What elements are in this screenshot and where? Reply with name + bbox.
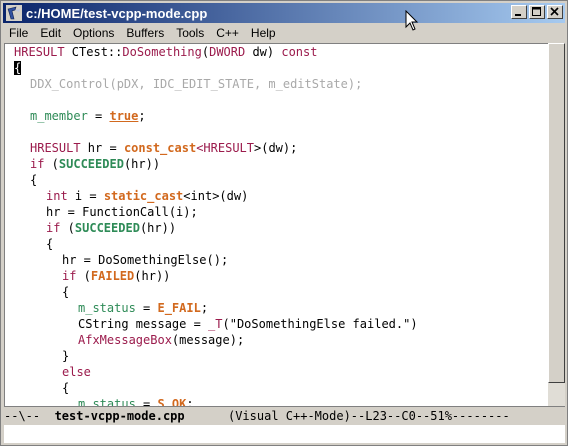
code-token: DWORD xyxy=(209,45,246,59)
close-button[interactable] xyxy=(547,5,563,19)
code-token: hr = xyxy=(80,141,124,155)
code-token: (hr)) xyxy=(139,221,177,235)
code-token: = xyxy=(135,301,158,315)
code-token: { xyxy=(62,285,70,299)
code-token: i = xyxy=(67,189,104,203)
code-token: CTest:: xyxy=(64,45,123,59)
text-cursor: { xyxy=(14,61,22,75)
code-line: { xyxy=(62,380,69,396)
code-token: FAILED xyxy=(90,269,135,283)
code-token: DDX_Control(pDX, IDC_EDIT_STATE, m_editS… xyxy=(30,77,363,91)
code-line: if (SUCCEEDED(hr)) xyxy=(46,220,176,236)
code-line: { xyxy=(62,284,69,300)
code-token: ; xyxy=(200,301,209,315)
code-token: { xyxy=(46,237,54,251)
code-token: hr = DoSomethingElse(); xyxy=(62,253,229,267)
mode-line-prefix: --\-- xyxy=(4,409,55,423)
code-token: (hr)) xyxy=(123,157,161,171)
menu-file[interactable]: File xyxy=(3,26,34,40)
mode-line-status: (Visual C++-Mode)--L23--C0--51%-------- xyxy=(184,409,510,423)
code-token: HRESULT xyxy=(30,141,81,155)
maximize-button[interactable] xyxy=(529,5,545,19)
code-token: ; xyxy=(138,109,146,123)
menu-cpp[interactable]: C++ xyxy=(210,26,245,40)
menu-help[interactable]: Help xyxy=(245,26,282,40)
code-token: (hr)) xyxy=(134,269,171,283)
code-line: HRESULT hr = const_cast<HRESULT>(dw); xyxy=(30,140,297,156)
code-token: dw) xyxy=(245,45,282,59)
code-line: m_status = E_FAIL; xyxy=(78,300,208,316)
code-editor[interactable]: HRESULT CTest::DoSomething(DWORD dw) con… xyxy=(4,43,548,407)
code-token: _T xyxy=(208,317,223,331)
code-line: { xyxy=(46,236,53,252)
code-token: E_FAIL xyxy=(157,301,201,315)
code-token: m_member xyxy=(30,109,88,123)
mode-line-buffer-name[interactable]: test-vcpp-mode.cpp xyxy=(55,409,185,423)
code-token: const xyxy=(281,45,318,59)
code-token: } xyxy=(62,349,70,363)
code-token: if xyxy=(62,269,77,283)
maximize-icon xyxy=(532,7,541,16)
code-token: { xyxy=(30,173,38,187)
scrollbar-thumb[interactable] xyxy=(548,43,565,383)
code-token: ("DoSomethingElse failed.") xyxy=(222,317,418,331)
code-line: CString message = _T("DoSomethingElse fa… xyxy=(78,316,418,332)
code-line: AfxMessageBox(message); xyxy=(78,332,244,348)
code-token: m_status xyxy=(78,301,136,315)
code-line: else xyxy=(62,364,91,380)
code-token: hr = FunctionCall(i); xyxy=(46,205,198,219)
code-token: DoSomething xyxy=(122,45,202,59)
code-line: HRESULT CTest::DoSomething(DWORD dw) con… xyxy=(14,44,317,60)
code-line: { xyxy=(30,172,37,188)
code-token: = xyxy=(87,109,110,123)
menu-edit[interactable]: Edit xyxy=(34,26,67,40)
code-line: hr = DoSomethingElse(); xyxy=(62,252,228,268)
code-token: ( xyxy=(76,269,91,283)
code-line: { xyxy=(14,60,22,76)
code-line: DDX_Control(pDX, IDC_EDIT_STATE, m_editS… xyxy=(30,76,362,92)
code-token: int xyxy=(46,189,68,203)
title-bar[interactable]: c:/HOME/test-vcpp-mode.cpp xyxy=(3,3,565,23)
mode-line[interactable]: --\-- test-vcpp-mode.cpp (Visual C++-Mod… xyxy=(4,406,565,425)
code-token: SUCCEEDED xyxy=(58,157,124,171)
code-token: if xyxy=(30,157,45,171)
menu-bar: File Edit Options Buffers Tools C++ Help xyxy=(3,24,565,42)
code-token: ( xyxy=(60,221,75,235)
code-token: >(dw); xyxy=(254,141,298,155)
code-line: if (FAILED(hr)) xyxy=(62,268,170,284)
minibuffer[interactable] xyxy=(4,425,565,443)
code-token: CString message = xyxy=(78,317,209,331)
minimize-button[interactable] xyxy=(511,5,527,19)
code-token: <int>(dw) xyxy=(183,189,249,203)
code-token: ( xyxy=(44,157,59,171)
window-title: c:/HOME/test-vcpp-mode.cpp xyxy=(26,5,208,21)
close-icon xyxy=(550,7,559,16)
code-line: m_member = true; xyxy=(30,108,146,124)
code-line: int i = static_cast<int>(dw) xyxy=(46,188,248,204)
code-token: ( xyxy=(201,45,210,59)
menu-buffers[interactable]: Buffers xyxy=(120,26,170,40)
code-line: hr = FunctionCall(i); xyxy=(46,204,198,220)
emacs-window: c:/HOME/test-vcpp-mode.cpp File Edit Opt… xyxy=(0,0,568,446)
code-token: static_cast xyxy=(103,189,184,203)
code-token: AfxMessageBox xyxy=(78,333,172,347)
code-token: HRESULT xyxy=(203,141,254,155)
code-token: true xyxy=(109,109,139,123)
code-token: { xyxy=(62,381,70,395)
code-token: if xyxy=(46,221,61,235)
code-token: (message); xyxy=(171,333,245,347)
mouse-pointer-icon xyxy=(405,10,419,31)
vertical-scrollbar[interactable] xyxy=(548,43,565,406)
code-token: SUCCEEDED xyxy=(74,221,140,235)
code-line: } xyxy=(62,348,69,364)
code-token: const_cast xyxy=(123,141,197,155)
window-controls xyxy=(509,5,563,19)
emacs-app-icon[interactable] xyxy=(6,5,22,21)
code-token: else xyxy=(62,365,91,379)
minimize-icon xyxy=(515,14,521,16)
menu-tools[interactable]: Tools xyxy=(170,26,210,40)
code-line: if (SUCCEEDED(hr)) xyxy=(30,156,160,172)
code-token: HRESULT xyxy=(14,45,65,59)
menu-options[interactable]: Options xyxy=(67,26,120,40)
